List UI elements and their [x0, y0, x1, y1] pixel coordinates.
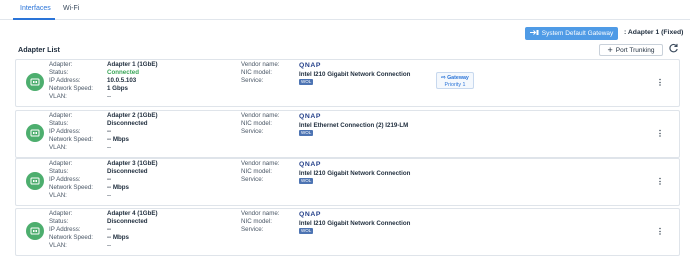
nic-model-value: Intel I210 Gigabit Network Connection — [299, 220, 411, 227]
adapter-name: Adapter 3 (1GbE) — [107, 160, 158, 167]
adapter-ip: -- — [107, 128, 112, 135]
adapter-vlan: -- — [107, 192, 112, 199]
status-label: Status: — [49, 120, 69, 127]
adapter-card-1: Adapter: Status: IP Address: Network Spe… — [15, 59, 680, 107]
tab-interfaces[interactable]: Interfaces — [20, 5, 51, 12]
adapter-speed: 1 Gbps — [107, 85, 128, 92]
adapter-ip: -- — [107, 176, 112, 183]
vendor-name-label: Vendor name: — [241, 61, 280, 68]
vendor-name-label: Vendor name: — [241, 112, 280, 119]
nic-model-label: NIC model: — [241, 69, 272, 76]
adapter-list-title: Adapter List — [18, 45, 60, 54]
adapter-vlan: -- — [107, 144, 112, 151]
ip-address-label: IP Address: — [49, 176, 81, 183]
qnap-logo: QNAP — [299, 161, 322, 168]
network-adapter-icon — [26, 172, 44, 190]
nic-model-label: NIC model: — [241, 168, 272, 175]
more-options-icon[interactable]: ⋮ — [656, 227, 664, 237]
qnap-logo: QNAP — [299, 211, 322, 218]
adapter-status: Connected — [107, 69, 139, 76]
network-speed-label: Network Speed: — [49, 136, 94, 143]
vendor-name-label: Vendor name: — [241, 210, 280, 217]
plus-icon: + — [607, 44, 613, 55]
adapter-status: Disconnected — [107, 120, 148, 127]
system-default-gateway-button[interactable]: System Default Gateway — [525, 27, 618, 40]
adapter-status: Disconnected — [107, 218, 148, 225]
network-adapter-icon — [26, 124, 44, 142]
active-tab-indicator — [13, 18, 55, 20]
adapter-vlan: -- — [107, 93, 112, 100]
status-label: Status: — [49, 168, 69, 175]
gateway-priority-tag: ⇨ Gateway Priority 1 — [436, 72, 474, 89]
nic-model-label: NIC model: — [241, 218, 272, 225]
adapter-speed: -- Mbps — [107, 184, 129, 191]
tab-bar: Interfaces Wi-Fi — [0, 0, 690, 20]
port-trunking-button[interactable]: + Port Trunking — [599, 44, 663, 56]
adapter-label: Adapter: — [49, 210, 73, 217]
network-speed-label: Network Speed: — [49, 234, 94, 241]
vlan-label: VLAN: — [49, 93, 67, 100]
nic-model-value: Intel I210 Gigabit Network Connection — [299, 170, 411, 177]
adapter-speed: -- Mbps — [107, 234, 129, 241]
network-adapter-icon — [26, 73, 44, 91]
adapter-status: Disconnected — [107, 168, 148, 175]
current-gateway-label: : Adapter 1 (Fixed) — [624, 29, 684, 36]
service-label: Service: — [241, 176, 264, 183]
wol-badge: WOL — [299, 79, 314, 85]
adapter-label: Adapter: — [49, 160, 73, 167]
service-label: Service: — [241, 77, 264, 84]
qnap-logo: QNAP — [299, 62, 322, 69]
network-adapter-icon — [26, 222, 44, 240]
qnap-logo: QNAP — [299, 113, 322, 120]
port-trunking-label: Port Trunking — [615, 46, 655, 54]
adapter-ip: -- — [107, 226, 112, 233]
adapter-ip: 10.0.5.103 — [107, 77, 137, 84]
more-options-icon[interactable]: ⋮ — [656, 129, 664, 139]
tab-wifi[interactable]: Wi-Fi — [63, 5, 79, 12]
network-speed-label: Network Speed: — [49, 85, 94, 92]
vlan-label: VLAN: — [49, 192, 67, 199]
more-options-icon[interactable]: ⋮ — [656, 78, 664, 88]
nic-model-label: NIC model: — [241, 120, 272, 127]
vlan-label: VLAN: — [49, 144, 67, 151]
adapter-card-2: Adapter: Status: IP Address: Network Spe… — [15, 110, 680, 158]
status-label: Status: — [49, 218, 69, 225]
wol-badge: WOL — [299, 130, 314, 136]
adapter-speed: -- Mbps — [107, 136, 129, 143]
status-label: Status: — [49, 69, 69, 76]
service-label: Service: — [241, 128, 264, 135]
adapter-name: Adapter 2 (1GbE) — [107, 112, 158, 119]
wol-badge: WOL — [299, 178, 314, 184]
refresh-icon[interactable] — [667, 43, 679, 55]
adapter-name: Adapter 4 (1GbE) — [107, 210, 158, 217]
vlan-label: VLAN: — [49, 242, 67, 249]
ip-address-label: IP Address: — [49, 77, 81, 84]
adapter-label: Adapter: — [49, 61, 73, 68]
adapter-name: Adapter 1 (1GbE) — [107, 61, 158, 68]
gateway-button-label: System Default Gateway — [541, 30, 614, 37]
vendor-name-label: Vendor name: — [241, 160, 280, 167]
service-label: Service: — [241, 226, 264, 233]
nic-model-value: Intel Ethernet Connection (2) I219-LM — [299, 122, 409, 129]
wol-badge: WOL — [299, 228, 314, 234]
priority-label: Priority 1 — [444, 82, 466, 88]
network-speed-label: Network Speed: — [49, 184, 94, 191]
adapter-card-4: Adapter: Status: IP Address: Network Spe… — [15, 208, 680, 256]
gateway-icon — [529, 29, 539, 38]
gateway-tag-label: ⇨ Gateway — [441, 75, 469, 81]
more-options-icon[interactable]: ⋮ — [656, 177, 664, 187]
adapter-card-3: Adapter: Status: IP Address: Network Spe… — [15, 158, 680, 206]
adapter-vlan: -- — [107, 242, 112, 249]
adapter-label: Adapter: — [49, 112, 73, 119]
ip-address-label: IP Address: — [49, 226, 81, 233]
ip-address-label: IP Address: — [49, 128, 81, 135]
nic-model-value: Intel I210 Gigabit Network Connection — [299, 71, 411, 78]
